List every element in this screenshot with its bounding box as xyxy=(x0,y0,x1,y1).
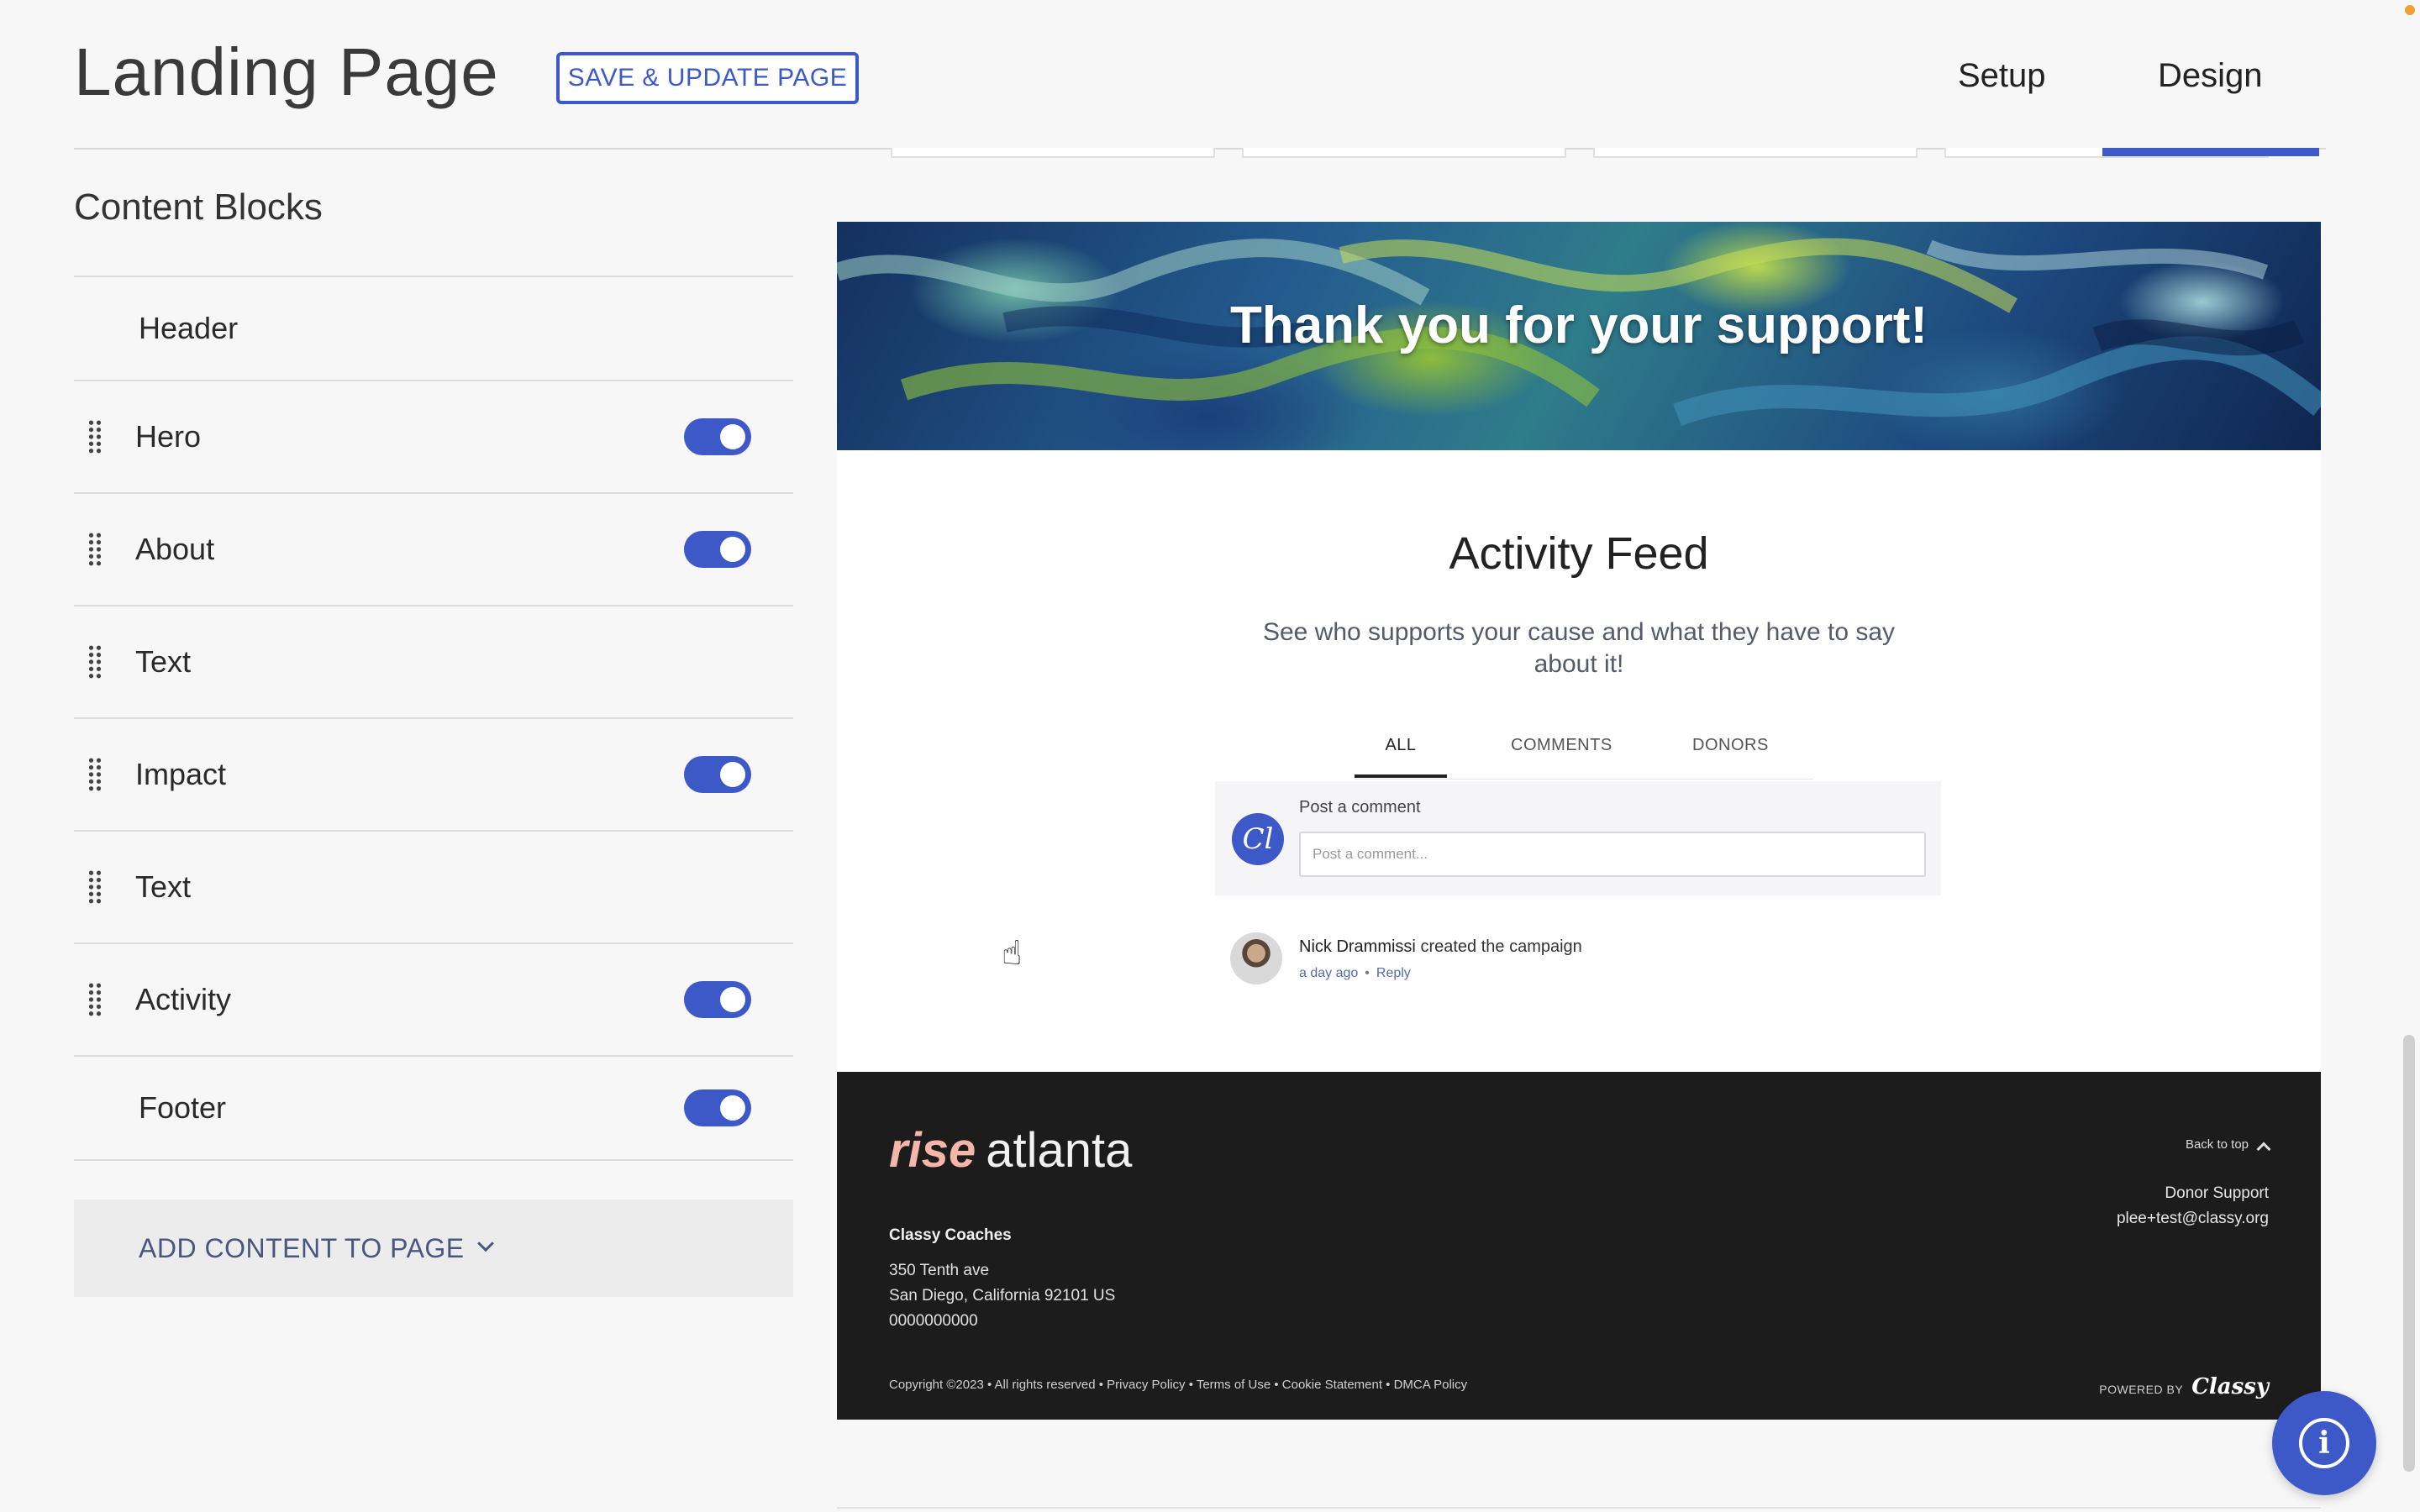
block-item-footer[interactable]: Footer xyxy=(74,1057,793,1161)
preview-bottom-divider xyxy=(837,1507,2321,1509)
hero-toggle[interactable] xyxy=(684,418,751,455)
stub-active-bar xyxy=(2102,148,2319,156)
support-email[interactable]: plee+test@classy.org xyxy=(2117,1206,2269,1231)
post-comment-label: Post a comment xyxy=(1299,798,1421,816)
org-address: 350 Tenth ave San Diego, California 9210… xyxy=(889,1258,1115,1334)
logo-rise: rise xyxy=(889,1123,976,1178)
info-button[interactable]: i xyxy=(2272,1391,2376,1495)
drag-handle-icon[interactable] xyxy=(87,757,103,792)
block-label: Header xyxy=(139,311,239,345)
preview-top-stubs xyxy=(891,148,2319,158)
content-block-list: Header Hero About Text Impact Text Activ… xyxy=(74,276,793,1161)
top-bar: Landing Page SAVE & UPDATE PAGE Setup De… xyxy=(0,0,2420,150)
footer-toggle[interactable] xyxy=(684,1089,751,1126)
block-item-activity[interactable]: Activity xyxy=(74,944,793,1057)
page-title: Landing Page xyxy=(74,34,499,109)
avatar: Cl xyxy=(1232,813,1284,865)
org-name: Classy Coaches xyxy=(889,1226,1012,1244)
powered-by-label: POWERED BY xyxy=(2099,1383,2184,1396)
block-label: Text xyxy=(135,644,192,679)
drag-handle-icon[interactable] xyxy=(87,982,103,1017)
scrollbar[interactable] xyxy=(2403,1035,2415,1472)
impact-toggle[interactable] xyxy=(684,756,751,793)
tab-setup[interactable]: Setup xyxy=(1958,57,2046,95)
add-content-button[interactable]: ADD CONTENT TO PAGE xyxy=(74,1200,793,1297)
drag-handle-icon[interactable] xyxy=(87,532,103,567)
drag-handle-icon[interactable] xyxy=(87,869,103,905)
info-icon: i xyxy=(2299,1418,2349,1468)
tab-donors[interactable]: DONORS xyxy=(1692,736,1769,778)
block-label: Text xyxy=(135,869,192,904)
meta-separator: • xyxy=(1365,966,1370,980)
notification-dot xyxy=(2405,5,2415,15)
classy-logo: Classy xyxy=(2191,1374,2269,1399)
powered-by-classy: POWERED BY Classy xyxy=(2099,1374,2269,1399)
back-to-top-link[interactable]: Back to top xyxy=(2186,1137,2249,1152)
hero-banner: Thank you for your support! xyxy=(837,222,2321,450)
drag-handle-icon[interactable] xyxy=(87,644,103,680)
block-item-header[interactable]: Header xyxy=(74,277,793,381)
block-item-about[interactable]: About xyxy=(74,494,793,606)
preview-footer: rise atlanta Classy Coaches 350 Tenth ave… xyxy=(837,1072,2321,1420)
logo-atlanta: atlanta xyxy=(986,1123,1133,1178)
address-line-1: 350 Tenth ave xyxy=(889,1262,990,1279)
activity-action: created the campaign xyxy=(1420,937,1582,956)
avatar xyxy=(1230,932,1282,984)
hero-title: Thank you for your support! xyxy=(1229,297,1928,354)
save-update-page-button[interactable]: SAVE & UPDATE PAGE xyxy=(556,52,859,104)
chevron-down-icon xyxy=(476,1235,494,1252)
block-label: Activity xyxy=(135,982,232,1016)
page-preview: Thank you for your support! Activity Fee… xyxy=(837,222,2321,1420)
content-blocks-heading: Content Blocks xyxy=(74,186,323,228)
block-label: About xyxy=(135,532,215,566)
block-item-text-2[interactable]: Text xyxy=(74,832,793,944)
drag-handle-icon[interactable] xyxy=(87,419,103,454)
feed-tabs: ALL COMMENTS DONORS xyxy=(1355,736,1813,780)
block-item-hero[interactable]: Hero xyxy=(74,381,793,494)
chevron-up-icon[interactable] xyxy=(2256,1142,2271,1157)
add-content-label: ADD CONTENT TO PAGE xyxy=(139,1232,465,1263)
tab-comments[interactable]: COMMENTS xyxy=(1511,736,1612,778)
tab-all[interactable]: ALL xyxy=(1355,736,1447,778)
donor-support: Donor Support plee+test@classy.org xyxy=(2117,1181,2269,1231)
copyright-links[interactable]: Copyright ©2023 • All rights reserved • … xyxy=(889,1378,1467,1392)
activity-user-name[interactable]: Nick Drammissi xyxy=(1299,937,1416,956)
activity-time: a day ago xyxy=(1299,966,1359,980)
activity-feed-title: Activity Feed xyxy=(1449,528,1709,579)
about-toggle[interactable] xyxy=(684,531,751,568)
stub-card xyxy=(1242,148,1566,158)
phone-number: 0000000000 xyxy=(889,1312,978,1330)
block-label: Impact xyxy=(135,757,227,791)
reply-link[interactable]: Reply xyxy=(1376,966,1411,980)
activity-feed-subtitle: See who supports your cause and what the… xyxy=(1262,618,1896,678)
donor-support-label: Donor Support xyxy=(2165,1184,2269,1202)
activity-text: Nick Drammissi created the campaign xyxy=(1299,937,1582,957)
address-line-2: San Diego, California 92101 US xyxy=(889,1287,1116,1305)
activity-meta: a day ago • Reply xyxy=(1299,966,1411,981)
comment-input[interactable]: Post a comment... xyxy=(1299,832,1926,877)
activity-item: Nick Drammissi created the campaign a da… xyxy=(1230,932,1902,991)
block-label: Footer xyxy=(139,1090,227,1125)
block-item-text[interactable]: Text xyxy=(74,606,793,719)
stub-card xyxy=(1593,148,1918,158)
stub-card xyxy=(891,148,1215,158)
post-comment-box: Cl Post a comment Post a comment... xyxy=(1215,781,1941,895)
hand-pointer-icon: ☝ xyxy=(1002,935,1023,972)
block-item-impact[interactable]: Impact xyxy=(74,719,793,832)
tab-design[interactable]: Design xyxy=(2158,57,2263,95)
block-label: Hero xyxy=(135,419,202,454)
rise-atlanta-logo[interactable]: rise atlanta xyxy=(889,1122,1132,1179)
activity-toggle[interactable] xyxy=(684,981,751,1018)
